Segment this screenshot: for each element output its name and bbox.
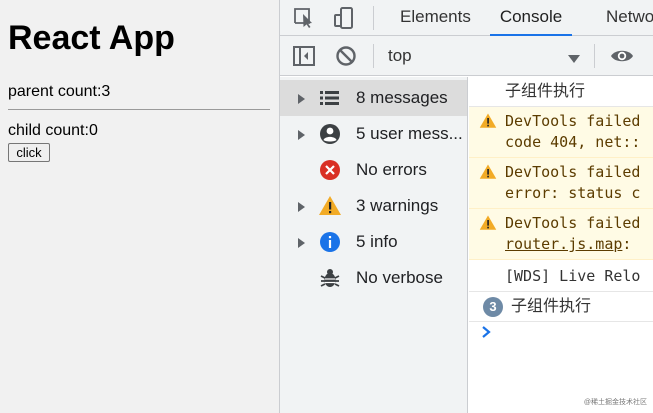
sidebar-item-label: No errors <box>356 160 427 179</box>
console-toolbar: top <box>280 36 653 76</box>
expand-triangle-icon[interactable] <box>298 94 305 104</box>
toolbar-separator <box>373 44 374 68</box>
sidebar-item-messages[interactable]: 8 messages <box>280 80 467 116</box>
log-message-suffix: : <box>622 235 632 253</box>
sidebar-item-user-messages[interactable]: 5 user mess... <box>280 116 467 152</box>
log-row-warning[interactable]: DevTools failed error: status c <box>469 158 653 209</box>
sidebar-item-label: 8 messages <box>356 88 448 107</box>
log-row-warning[interactable]: DevTools failed router.js.map: <box>469 209 653 260</box>
console-log: 子组件执行 DevTools failed code 404, net:: De… <box>469 77 653 413</box>
chevron-down-icon[interactable] <box>568 51 580 69</box>
log-message: DevTools failed <box>505 112 641 130</box>
parent-count-text: parent count:3 <box>8 83 111 100</box>
error-icon <box>318 158 342 182</box>
expand-triangle-icon[interactable] <box>298 202 305 212</box>
live-expression-eye-icon[interactable] <box>610 44 634 68</box>
expand-triangle-icon[interactable] <box>298 130 305 140</box>
app-title: React App <box>8 19 175 57</box>
log-row-warning[interactable]: DevTools failed code 404, net:: <box>469 107 653 158</box>
watermark: @稀土掘金技术社区 <box>583 399 647 406</box>
log-message: router.js.map: <box>505 234 631 255</box>
click-button[interactable]: click <box>8 143 50 162</box>
context-selector[interactable]: top <box>388 46 412 66</box>
console-sidebar: 8 messages 5 user mess... No errors 3 wa… <box>280 77 468 413</box>
log-message: 子组件执行 <box>505 83 586 100</box>
log-message: DevTools failed <box>505 163 641 181</box>
log-message: error: status c <box>505 184 641 202</box>
inspect-element-icon[interactable] <box>292 6 316 30</box>
clear-console-icon[interactable] <box>334 44 358 68</box>
sidebar-item-label: No verbose <box>356 268 443 287</box>
divider <box>8 109 270 110</box>
log-message: DevTools failed <box>505 214 641 232</box>
log-row[interactable]: [WDS] Live Relo <box>469 260 653 292</box>
log-row-repeated[interactable]: 3 子组件执行 <box>469 292 653 322</box>
tabbar-separator <box>373 6 374 30</box>
bug-icon <box>318 266 342 290</box>
log-message: 子组件执行 <box>511 298 592 315</box>
child-count-text: child count:0 <box>8 122 98 139</box>
log-message: code 404, net:: <box>505 133 641 151</box>
user-icon <box>318 122 342 146</box>
react-app-viewport: React App parent count:3 child count:0 c… <box>0 0 279 413</box>
warning-icon <box>479 163 497 181</box>
sidebar-item-label: 3 warnings <box>356 196 439 215</box>
sidebar-item-verbose[interactable]: No verbose <box>280 260 467 296</box>
info-icon <box>318 230 342 254</box>
console-prompt-chevron-icon[interactable] <box>481 325 493 344</box>
sidebar-item-info[interactable]: 5 info <box>280 224 467 260</box>
repeat-count-badge: 3 <box>483 297 503 317</box>
sidebar-item-errors[interactable]: No errors <box>280 152 467 188</box>
sidebar-item-warnings[interactable]: 3 warnings <box>280 188 467 224</box>
tab-elements[interactable]: Elements <box>400 0 471 36</box>
device-toolbar-icon[interactable] <box>332 6 356 30</box>
expand-triangle-icon[interactable] <box>298 238 305 248</box>
sidebar-item-label: 5 user mess... <box>356 124 463 143</box>
warning-icon <box>479 112 497 130</box>
source-map-link[interactable]: router.js.map <box>505 235 622 253</box>
warning-icon <box>479 214 497 232</box>
warning-icon <box>318 194 342 218</box>
devtools-tabbar: Elements Console Netwo <box>280 0 653 36</box>
tab-console[interactable]: Console <box>490 0 572 36</box>
sidebar-toggle-icon[interactable] <box>292 44 316 68</box>
log-message: [WDS] Live Relo <box>505 267 641 285</box>
log-row[interactable]: 子组件执行 <box>469 77 653 107</box>
list-icon <box>318 86 342 110</box>
sidebar-item-label: 5 info <box>356 232 398 251</box>
toolbar-separator <box>594 44 595 68</box>
tab-network[interactable]: Netwo <box>606 0 653 36</box>
devtools-panel: Elements Console Netwo top 8 messages 5 … <box>279 0 653 413</box>
